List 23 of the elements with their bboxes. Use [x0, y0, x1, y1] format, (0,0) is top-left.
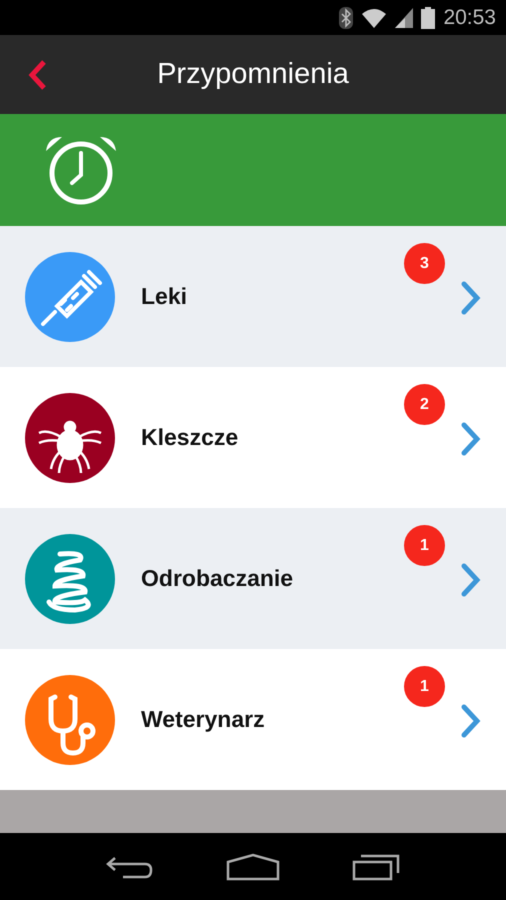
screen-title: Przypomnienia: [157, 58, 349, 91]
chevron-right-icon: [460, 702, 482, 738]
chevron-right-icon: [460, 420, 482, 456]
recent-apps-nav-button[interactable]: [350, 852, 401, 880]
status-time: 20:53: [443, 6, 496, 30]
battery-icon: [421, 6, 436, 28]
bluetooth-icon: [339, 6, 354, 28]
category-label: Leki: [141, 283, 188, 310]
count-badge: 2: [404, 384, 445, 425]
alarm-clock-icon: [44, 135, 118, 205]
category-label: Kleszcze: [141, 424, 240, 451]
count-badge: 3: [404, 243, 445, 284]
chevron-right-icon: [460, 562, 482, 598]
wifi-icon: [361, 8, 388, 28]
count-badge: 1: [404, 666, 445, 707]
reminder-category-item[interactable]: Odrobaczanie 1: [0, 508, 506, 649]
category-label: Weterynarz: [141, 706, 266, 733]
signal-icon: [395, 8, 414, 28]
count-badge: 1: [404, 525, 445, 566]
home-nav-button[interactable]: [226, 852, 280, 880]
category-label: Odrobaczanie: [141, 565, 294, 592]
reminder-category-item[interactable]: Leki 3: [0, 226, 506, 367]
chevron-right-icon: [460, 280, 482, 316]
